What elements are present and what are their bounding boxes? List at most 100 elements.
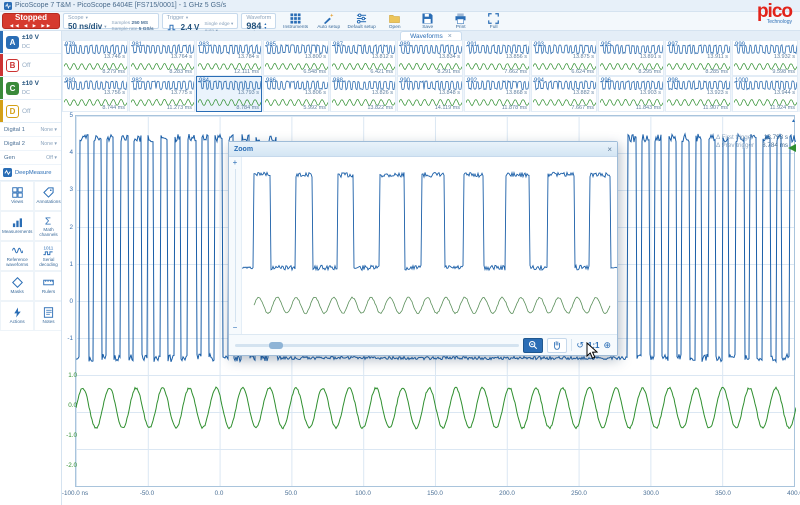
thumbnail-delta-time: 7.662 ms (504, 69, 527, 75)
zoom-undo-icon[interactable]: ↺ (576, 340, 584, 351)
zoom-close-icon[interactable]: × (607, 145, 612, 154)
channel-B-badge[interactable]: B (6, 59, 19, 72)
x-axis-label: -100.0 ns (62, 490, 88, 497)
waveform-thumbnail-981[interactable]: 98113.764 s8.283 ms (129, 40, 195, 76)
thumbnail-trigger-time: 13.932 s (774, 54, 795, 60)
save-icon (422, 13, 433, 24)
waveform-thumbnail-996[interactable]: 99613.903 s11.843 ms (598, 76, 664, 112)
title-bar: PicoScope 7 T&M - PicoScope 6404E [FS715… (0, 0, 800, 12)
waveform-thumbnail-999[interactable]: 99913.932 s9.598 ms (732, 40, 798, 76)
thumbnail-number: 984 (199, 78, 209, 84)
digital-label: Digital 2 (4, 141, 25, 147)
open-button[interactable]: Open (378, 13, 411, 29)
digital-2-row[interactable]: Digital 2None ▾ (0, 137, 61, 151)
tool-annotations[interactable]: Annotations (34, 181, 62, 211)
print-button[interactable]: Print (444, 13, 477, 29)
channel-A-row[interactable]: A±10 VDC (0, 31, 61, 54)
waveform-thumbnail-1000[interactable]: 100013.944 s11.924 ms (732, 76, 798, 112)
waveform-thumbnail-987[interactable]: 98713.812 s6.421 ms (330, 40, 396, 76)
waveform-thumbnail-986[interactable]: 98613.806 s5.992 ms (263, 76, 329, 112)
tab-strip: Waveforms × (62, 31, 800, 40)
auto-setup-icon (323, 13, 334, 24)
thumbnail-trigger-time: 13.868 s (506, 90, 527, 96)
waveform-thumbnail-985[interactable]: 98513.800 s6.548 ms (263, 40, 329, 76)
waveform-thumbnail-993[interactable]: 99313.875 s6.624 ms (531, 40, 597, 76)
channel-C-badge[interactable]: C (6, 82, 19, 95)
tool-label: Math channels (35, 227, 61, 237)
toolbar-button-label: Save (422, 25, 433, 30)
channel-C-row[interactable]: C±10 VDC (0, 77, 61, 100)
scope-view: -100.0 ns-50.00.050.0100.0150.0200.0250.… (62, 112, 800, 505)
generator-row[interactable]: GenOff ▾ (0, 151, 61, 165)
pan-hand-button[interactable] (547, 338, 567, 353)
channel-D-badge[interactable]: D (6, 105, 19, 118)
channel-c-marker[interactable] (788, 144, 796, 152)
waveform-thumbnail-980[interactable]: 98013.756 s8.744 ms (62, 76, 128, 112)
buffer-navigation-icons[interactable]: ◀◀ ◀ ▶ ▶▶ (10, 23, 53, 29)
step-down-icon[interactable]: ▾ (264, 26, 266, 30)
waveform-thumbnail-979[interactable]: 97913.746 s8.279 ms (62, 40, 128, 76)
tool-rulers[interactable]: Rulers (34, 271, 62, 301)
waveform-thumbnail-983[interactable]: 98313.784 s12.111 ms (196, 40, 262, 76)
math-channels-icon: Σ (43, 215, 54, 226)
serial-decoding-icon: 1011 (43, 245, 54, 256)
collapse-gallery-icon[interactable]: ▲ (791, 118, 796, 124)
zoom-vertical-track[interactable] (235, 169, 236, 322)
tool-serial-decoding[interactable]: 1011Serial decoding (34, 241, 62, 271)
waveform-thumbnail-997[interactable]: 99713.911 s8.285 ms (665, 40, 731, 76)
full-button[interactable]: Full (477, 13, 510, 29)
zoom-out-button[interactable] (523, 338, 543, 353)
thumbnail-number: 994 (534, 78, 544, 84)
generator-value: Off ▾ (46, 155, 57, 161)
deepmeasure-button[interactable]: DeepMeasure (0, 165, 61, 181)
waveform-thumbnail-995[interactable]: 99513.891 s8.295 ms (598, 40, 664, 76)
tool-reference-waveforms[interactable]: Reference waveforms (0, 241, 34, 271)
waveform-stepper[interactable]: ▴▾ (264, 22, 266, 30)
digital-1-row[interactable]: Digital 1None ▾ (0, 123, 61, 137)
chevron-down-icon: ▾ (104, 24, 106, 30)
tool-label: Rulers (41, 289, 56, 294)
zoom-window-titlebar[interactable]: Zoom × (229, 142, 617, 157)
waveform-thumbnail-998[interactable]: 99813.923 s11.907 ms (665, 76, 731, 112)
default-setup-button[interactable]: Default setup (345, 13, 378, 29)
tool-math-channels[interactable]: ΣMath channels (34, 211, 62, 241)
zoom-in-vertical-button[interactable]: + (233, 159, 238, 167)
waveform-thumbnail-982[interactable]: 98213.775 s11.273 ms (129, 76, 195, 112)
start-stop-button[interactable]: Stopped ◀◀ ◀ ▶ ▶▶ (2, 13, 60, 29)
tool-notes[interactable]: Notes (34, 301, 62, 331)
waveform-thumbnail-992[interactable]: 99213.868 s11.878 ms (464, 76, 530, 112)
trigger-mode-dropdown[interactable]: Single edge ▾ (204, 21, 233, 28)
zoom-out-vertical-button[interactable]: − (233, 324, 238, 332)
thumbnail-delta-time: 11.843 ms (636, 105, 661, 111)
gallery-row-1: 97913.746 s8.279 ms98113.764 s8.283 ms98… (62, 40, 800, 76)
zoom-content[interactable] (242, 157, 617, 334)
waveform-thumbnail-994[interactable]: 99413.882 s7.667 ms (531, 76, 597, 112)
tool-masks[interactable]: Masks (0, 271, 34, 301)
thumbnail-trigger-time: 13.746 s (104, 54, 125, 60)
auto-setup-button[interactable]: Auto setup (312, 13, 345, 29)
waveform-thumbnail-991[interactable]: 99113.856 s7.662 ms (464, 40, 530, 76)
waveform-thumbnail-988[interactable]: 98813.826 s13.822 ms (330, 76, 396, 112)
tool-measurements[interactable]: Measurements (0, 211, 34, 241)
save-button[interactable]: Save (411, 13, 444, 29)
channel-D-row[interactable]: DOff (0, 100, 61, 123)
tab-waveforms[interactable]: Waveforms × (400, 31, 462, 40)
tool-views[interactable]: Views (0, 181, 34, 211)
tab-close-icon[interactable]: × (448, 33, 452, 40)
channel-state: Off (22, 108, 31, 115)
zoom-scroll-slider[interactable] (235, 344, 519, 347)
zoom-window[interactable]: Zoom × + − (228, 141, 618, 356)
waveform-number[interactable]: 984 (246, 21, 261, 31)
pico-logo: pico Technology (757, 2, 792, 25)
waveform-thumbnail-989[interactable]: 98913.834 s8.291 ms (397, 40, 463, 76)
tool-actions[interactable]: Actions (0, 301, 34, 331)
channel-A-badge[interactable]: A (6, 36, 19, 49)
instruments-button[interactable]: Instruments (279, 13, 312, 29)
scope-settings-panel: Scope▾ 50 ns/div▾ Samples 250 MS Sample … (63, 13, 159, 29)
zoom-step-icon[interactable]: ⊕ (603, 340, 611, 351)
zoom-scroll-handle[interactable] (269, 342, 283, 349)
waveform-thumbnail-984[interactable]: 98413.793 s8.784 ms (196, 76, 262, 112)
thumbnail-number: 990 (400, 78, 410, 84)
channel-B-row[interactable]: BOff (0, 54, 61, 77)
waveform-thumbnail-990[interactable]: 99013.848 s14.119 ms (397, 76, 463, 112)
